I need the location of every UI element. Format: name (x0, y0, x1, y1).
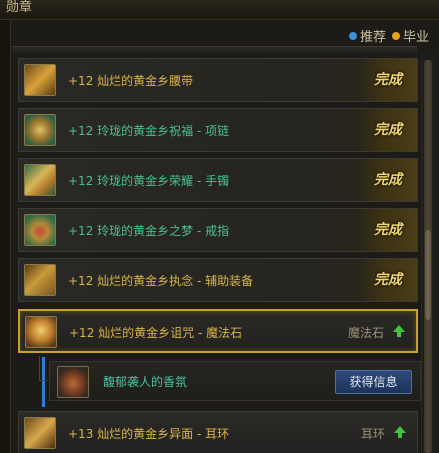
list-item-selected[interactable]: +12 灿烂的黄金乡诅咒 - 魔法石 魔法石 (18, 309, 418, 353)
status-complete: 完成 (359, 109, 417, 151)
legend-graduated: 毕业 (391, 26, 429, 45)
perfume-icon (57, 366, 89, 398)
status-complete: 完成 (359, 159, 417, 201)
list-item[interactable]: +12 玲珑的黄金乡荣耀 - 手镯 完成 (18, 158, 418, 202)
blue-dot-icon (348, 32, 357, 40)
bracelet-icon (24, 164, 56, 196)
tree-connector-branch (39, 380, 47, 381)
item-name: +12 玲珑的黄金乡荣耀 - 手镯 (68, 174, 230, 188)
list-item[interactable]: +12 玲珑的黄金乡之梦 - 戒指 完成 (18, 208, 418, 252)
slot-label: 耳环 (360, 427, 385, 441)
legend-recommended: 推荐 (348, 26, 386, 45)
magic-stone-icon (25, 316, 57, 348)
item-name: +12 灿烂的黄金乡腰带 (68, 74, 194, 88)
orange-dot-icon (391, 32, 400, 40)
status-complete: 完成 (359, 259, 417, 301)
status-complete: 完成 (359, 59, 417, 101)
sub-item[interactable]: 馥郁袭人的香氛 获得信息 (49, 361, 421, 401)
list-top-divider (12, 46, 417, 54)
item-name: +12 灿烂的黄金乡执念 - 辅助装备 (68, 274, 254, 288)
list-item[interactable]: +13 灿烂的黄金乡异面 - 耳环 耳环 (18, 411, 418, 453)
obtain-info-button[interactable]: 获得信息 (335, 370, 412, 394)
belt-icon (24, 64, 56, 96)
list-item[interactable]: +12 灿烂的黄金乡腰带 完成 (18, 58, 418, 102)
item-name: +12 玲珑的黄金乡祝福 - 项链 (68, 124, 230, 138)
window-title: 勋章 (0, 0, 439, 20)
item-name: +12 灿烂的黄金乡诅咒 - 魔法石 (69, 326, 243, 340)
necklace-icon (24, 114, 56, 146)
slot-label: 魔法石 (347, 326, 384, 340)
earring-icon (24, 417, 56, 449)
status-complete: 完成 (359, 209, 417, 251)
recommended-marker (42, 357, 45, 407)
item-name: +13 灿烂的黄金乡异面 - 耳环 (68, 427, 230, 441)
item-name: +12 玲珑的黄金乡之梦 - 戒指 (68, 224, 230, 238)
upgrade-arrow-icon (393, 325, 405, 337)
sub-item-name: 馥郁袭人的香氛 (103, 375, 188, 389)
support-gear-icon (24, 264, 56, 296)
legend: 推荐 毕业 (348, 26, 429, 45)
upgrade-arrow-icon (394, 426, 406, 438)
scrollbar-thumb[interactable] (424, 60, 432, 453)
list-item[interactable]: +12 玲珑的黄金乡祝福 - 项链 完成 (18, 108, 418, 152)
ring-icon (24, 214, 56, 246)
list-item[interactable]: +12 灿烂的黄金乡执念 - 辅助装备 完成 (18, 258, 418, 302)
tree-connector (39, 356, 40, 380)
